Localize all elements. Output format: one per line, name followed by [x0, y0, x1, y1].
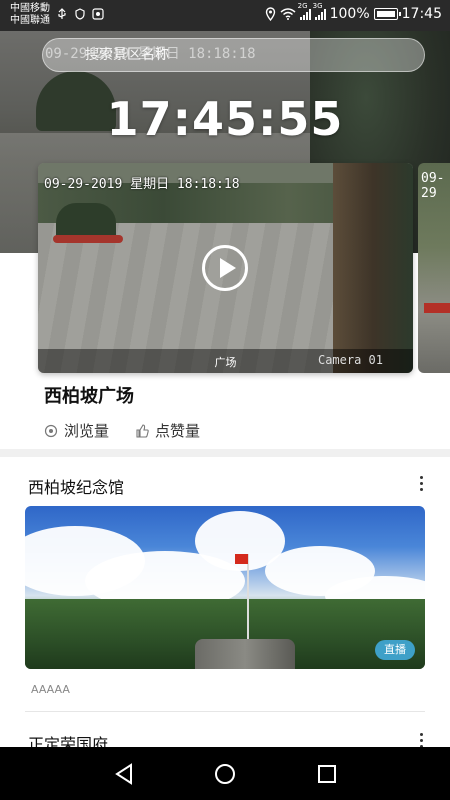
battery-icon	[373, 8, 401, 20]
carrier-info: 中國移動 中國聯通	[10, 3, 50, 27]
live-badge: 直播	[375, 640, 415, 660]
views-label: 浏览量	[64, 422, 110, 440]
featured-stats: 浏览量 点赞量	[44, 420, 200, 441]
eye-icon	[44, 424, 58, 437]
next-video-card[interactable]: 09-29	[418, 163, 450, 373]
back-icon[interactable]	[113, 763, 137, 785]
likes-stat[interactable]: 点赞量	[135, 420, 200, 441]
carrier-2: 中國聯通	[10, 15, 50, 26]
more-vertical-icon[interactable]	[420, 476, 424, 492]
signal-icon-2: 3G	[313, 2, 326, 20]
status-time: 17:45	[401, 6, 442, 22]
video-timestamp: 09-29-2019 星期日 18:18:18	[44, 177, 240, 192]
thumbs-up-icon	[136, 423, 149, 438]
home-icon[interactable]	[213, 763, 237, 785]
shield-icon	[75, 8, 85, 20]
wifi-icon	[280, 8, 296, 20]
search-input[interactable]	[43, 39, 424, 71]
live-clock: 17:45:55	[106, 92, 344, 146]
views-stat[interactable]: 浏览量	[44, 420, 109, 441]
signal-icon-1: 2G	[298, 2, 311, 20]
battery-percent: 100%	[329, 6, 370, 22]
flag-icon	[235, 554, 248, 564]
recent-apps-icon[interactable]	[315, 763, 339, 785]
play-icon[interactable]	[202, 245, 248, 291]
rating-tag: AAAAA	[31, 683, 70, 696]
usb-icon	[58, 8, 66, 19]
app-notification-icon	[92, 8, 104, 20]
status-right: 2G 3G 100% 17:45	[265, 2, 442, 22]
status-bar: 中國移動 中國聯通 2G 3G 100% 17:45	[0, 0, 450, 31]
notification-icons	[56, 8, 104, 20]
system-nav-bar	[0, 747, 450, 800]
featured-title: 西柏坡广场	[44, 386, 134, 407]
list-divider	[25, 711, 425, 712]
camera-label: Camera 01	[317, 353, 383, 367]
section-divider	[0, 449, 450, 457]
likes-label: 点赞量	[155, 422, 201, 440]
scenic-live-thumbnail[interactable]: 直播	[25, 506, 425, 669]
next-video-timestamp: 09-29	[421, 171, 445, 201]
featured-video-card[interactable]: 09-29-2019 星期日 18:18:18 广场 Camera 01	[38, 163, 413, 373]
location-icon	[265, 7, 275, 21]
search-bar[interactable]	[42, 38, 425, 72]
section-title[interactable]: 西柏坡纪念馆	[28, 474, 124, 498]
carrier-1: 中國移動	[10, 3, 50, 14]
video-caption-bar: 广场 Camera 01	[38, 349, 413, 373]
